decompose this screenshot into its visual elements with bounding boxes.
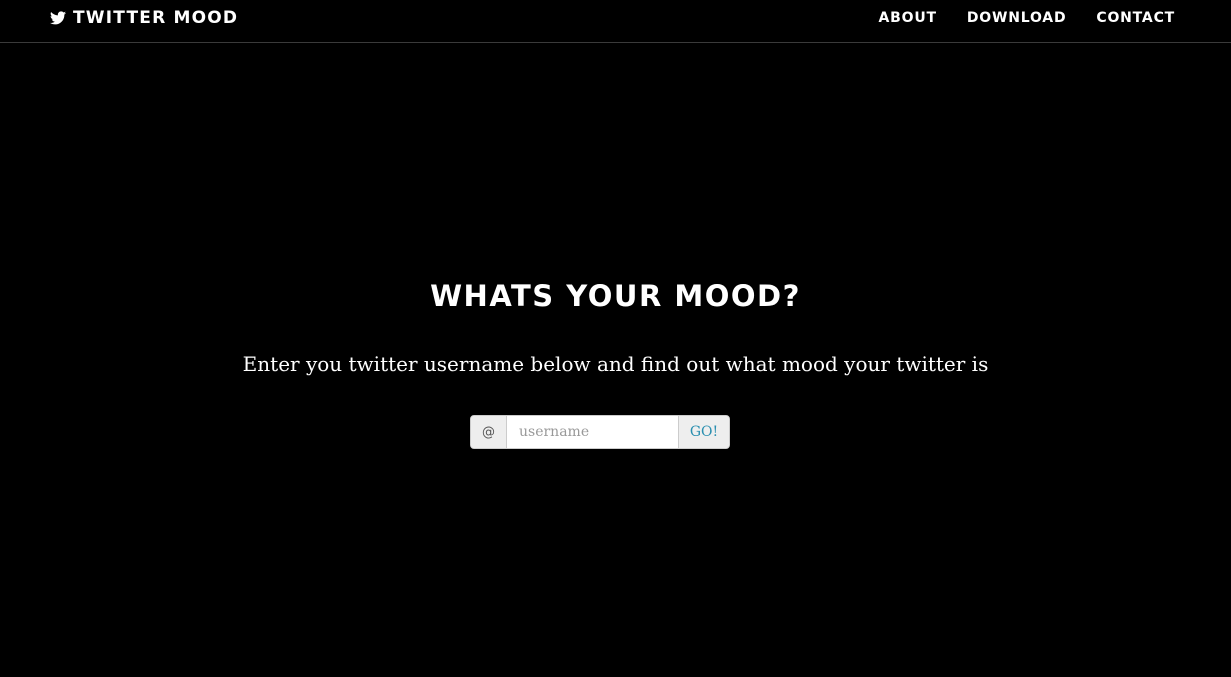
nav-link-contact[interactable]: CONTACT	[1096, 9, 1175, 27]
hero-section: WHATS YOUR MOOD? Enter you twitter usern…	[0, 277, 1231, 376]
go-button[interactable]: GO!	[678, 416, 729, 448]
nav-link-about[interactable]: ABOUT	[879, 9, 937, 27]
page-title: WHATS YOUR MOOD?	[430, 279, 801, 313]
navbar: TWITTER MOOD ABOUT DOWNLOAD CONTACT	[0, 0, 1231, 43]
page-subtitle: Enter you twitter username below and fin…	[242, 352, 989, 376]
username-search-group: @ GO!	[470, 415, 730, 449]
brand-title: TWITTER MOOD	[73, 8, 239, 28]
nav-links: ABOUT DOWNLOAD CONTACT	[879, 9, 1175, 27]
nav-link-download[interactable]: DOWNLOAD	[967, 9, 1067, 27]
username-input[interactable]	[507, 416, 678, 448]
brand-link[interactable]: TWITTER MOOD	[50, 8, 238, 28]
at-prefix-addon: @	[471, 416, 507, 448]
twitter-bird-icon	[50, 11, 66, 25]
